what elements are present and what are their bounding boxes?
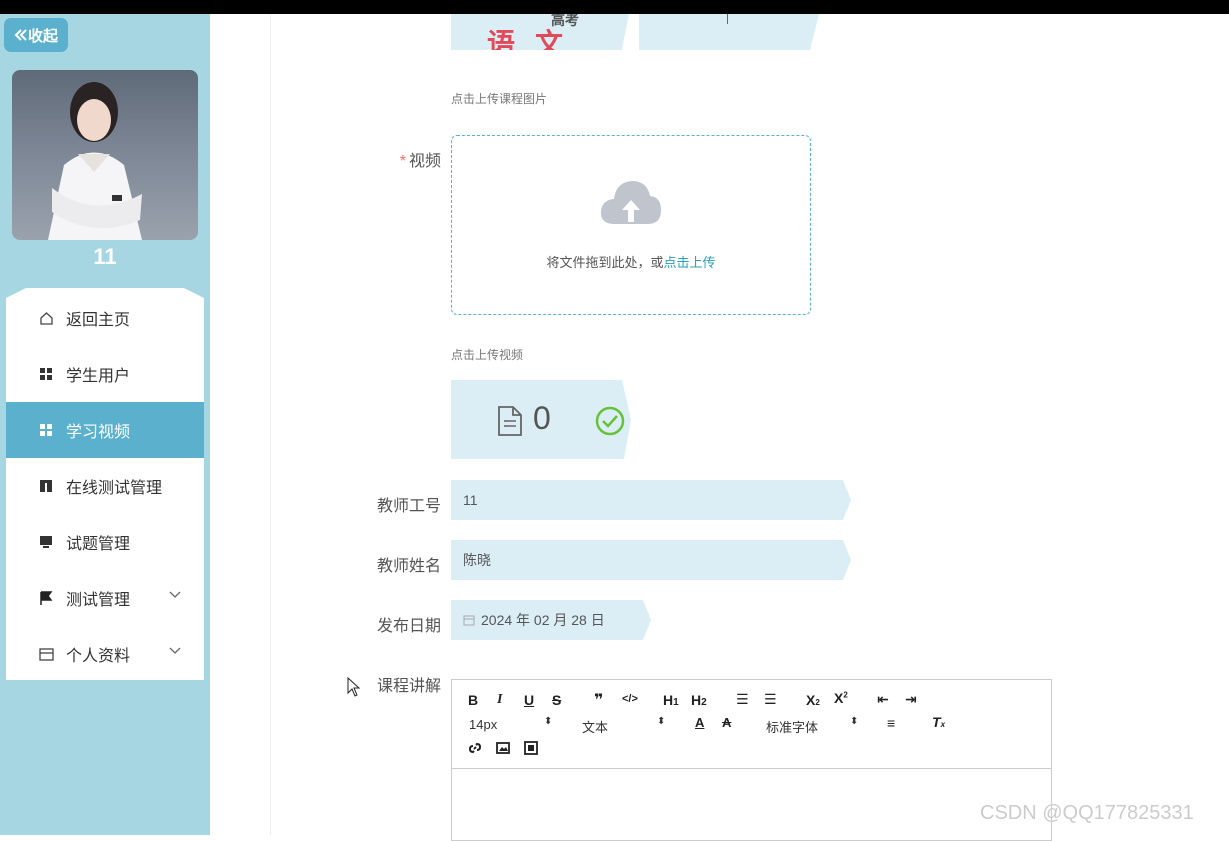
heading2-icon[interactable]: H2 — [691, 692, 707, 708]
sidebar-item-label: 个人资料 — [66, 648, 131, 665]
updown-icon: ⬍ — [657, 716, 666, 727]
browser-top-bar — [0, 0, 1229, 14]
collapse-label: 收起 — [27, 27, 58, 45]
cloud-upload-icon — [600, 181, 661, 224]
sidebar-item-videos[interactable]: 学习视频 — [6, 402, 204, 458]
text-style-select[interactable]: 文本 — [582, 717, 608, 736]
watermark: CSDN @QQ177825331 — [980, 802, 1194, 824]
sidebar-item-label: 试题管理 — [66, 536, 131, 553]
grid-icon — [38, 366, 54, 382]
file-count: 0 — [533, 400, 551, 436]
required-mark: * — [399, 153, 406, 170]
clear-format-icon[interactable]: Tx — [932, 714, 945, 730]
image-icon[interactable] — [496, 742, 510, 754]
subscript-icon[interactable]: X2 — [806, 692, 820, 708]
video-file-item[interactable]: 0 — [451, 380, 631, 459]
sidebar-item-label: 测试管理 — [66, 592, 131, 609]
publish-date-picker[interactable]: 2024 年 02 月 28 日 — [451, 600, 651, 640]
dropzone-text: 将文件拖到此处，或点击上传 — [546, 255, 716, 270]
mouse-cursor-icon — [347, 677, 361, 697]
sidebar-item-label: 学习视频 — [66, 424, 131, 441]
sidebar-item-online-test[interactable]: 在线测试管理 — [6, 458, 204, 514]
grid-icon — [38, 422, 54, 438]
blockquote-icon[interactable]: ❞ — [594, 690, 603, 710]
flag-icon — [38, 590, 54, 606]
book-icon — [38, 478, 54, 494]
rich-text-editor: B I U S ❞ </> H1 H2 ☰ ☰ X2 X2 ⇤ ⇥ 14px ⬍… — [451, 679, 1052, 841]
video-label: * 视频 — [399, 153, 441, 170]
indent-icon[interactable]: ⇥ — [905, 691, 917, 708]
home-icon — [38, 310, 54, 326]
bold-icon[interactable]: B — [468, 692, 478, 708]
teacher-name-value: 陈晓 — [463, 552, 491, 568]
underline-icon[interactable]: U — [524, 692, 534, 708]
publish-date-value: 2024 年 02 月 28 日 — [481, 612, 605, 628]
video-hint: 点击上传视频 — [451, 348, 524, 362]
bullet-list-icon[interactable]: ☰ — [764, 691, 777, 708]
course-image-hint: 点击上传课程图片 — [451, 92, 548, 106]
card-icon — [38, 646, 54, 662]
background-color-icon[interactable]: A — [722, 715, 731, 730]
sidebar-item-test-manage[interactable]: 测试管理 — [6, 570, 204, 626]
toolbar-divider — [452, 768, 1051, 769]
document-icon — [498, 406, 522, 436]
sidebar-item-label: 在线测试管理 — [66, 480, 163, 497]
video-upload-dropzone[interactable]: 将文件拖到此处，或点击上传 — [451, 135, 811, 315]
course-image-upload-slot[interactable] — [639, 14, 819, 50]
sidebar: 收起 11 返回主页 学生用户 学习视频 在线测试管理 试题管理 测试管理 个人… — [0, 14, 210, 835]
course-desc-label: 课程讲解 — [376, 678, 441, 695]
publish-date-label: 发布日期 — [376, 618, 441, 635]
teacher-id-field[interactable]: 11 — [451, 480, 851, 520]
calendar-icon — [463, 615, 475, 626]
sidebar-item-questions[interactable]: 试题管理 — [6, 514, 204, 570]
sidebar-menu: 返回主页 学生用户 学习视频 在线测试管理 试题管理 测试管理 个人资料 — [6, 288, 204, 680]
check-circle-icon — [595, 406, 625, 436]
course-image-thumbnail[interactable]: 高考 语文 — [451, 14, 629, 50]
font-family-select[interactable]: 标准字体 — [766, 717, 818, 736]
heading1-icon[interactable]: H1 — [663, 692, 679, 708]
link-icon[interactable] — [468, 741, 482, 755]
upload-link[interactable]: 点击上传 — [664, 255, 716, 270]
sidebar-item-home[interactable]: 返回主页 — [6, 290, 204, 346]
teacher-id-label: 教师工号 — [376, 498, 441, 515]
code-icon[interactable]: </> — [622, 693, 638, 705]
outdent-icon[interactable]: ⇤ — [877, 691, 889, 708]
video-icon[interactable] — [524, 741, 538, 755]
strikethrough-icon[interactable]: S — [552, 692, 561, 708]
chevron-down-icon — [169, 647, 181, 654]
content-divider — [270, 14, 271, 835]
sidebar-item-label: 学生用户 — [66, 368, 131, 385]
font-color-icon[interactable]: A — [695, 715, 704, 730]
sidebar-item-label: 返回主页 — [66, 312, 131, 329]
thumbnail-big-text: 语文 — [487, 28, 584, 50]
align-icon[interactable]: ≡ — [887, 715, 895, 731]
sidebar-item-students[interactable]: 学生用户 — [6, 346, 204, 402]
teacher-name-field[interactable]: 陈晓 — [451, 540, 851, 580]
teacher-id-value: 11 — [463, 492, 478, 508]
italic-icon[interactable]: I — [497, 692, 502, 708]
chevron-down-icon — [169, 591, 181, 598]
superscript-icon[interactable]: X2 — [834, 690, 848, 706]
updown-icon: ⬍ — [544, 716, 553, 727]
font-size-select[interactable]: 14px — [469, 717, 497, 732]
username: 11 — [93, 244, 117, 269]
ordered-list-icon[interactable]: ☰ — [736, 691, 749, 708]
monitor-icon — [38, 534, 54, 550]
avatar — [12, 70, 198, 240]
collapse-button[interactable]: 收起 — [4, 18, 68, 52]
teacher-name-label: 教师姓名 — [376, 558, 441, 575]
updown-icon: ⬍ — [850, 716, 859, 727]
sidebar-item-profile[interactable]: 个人资料 — [6, 626, 204, 680]
double-chevron-left-icon — [14, 29, 27, 41]
